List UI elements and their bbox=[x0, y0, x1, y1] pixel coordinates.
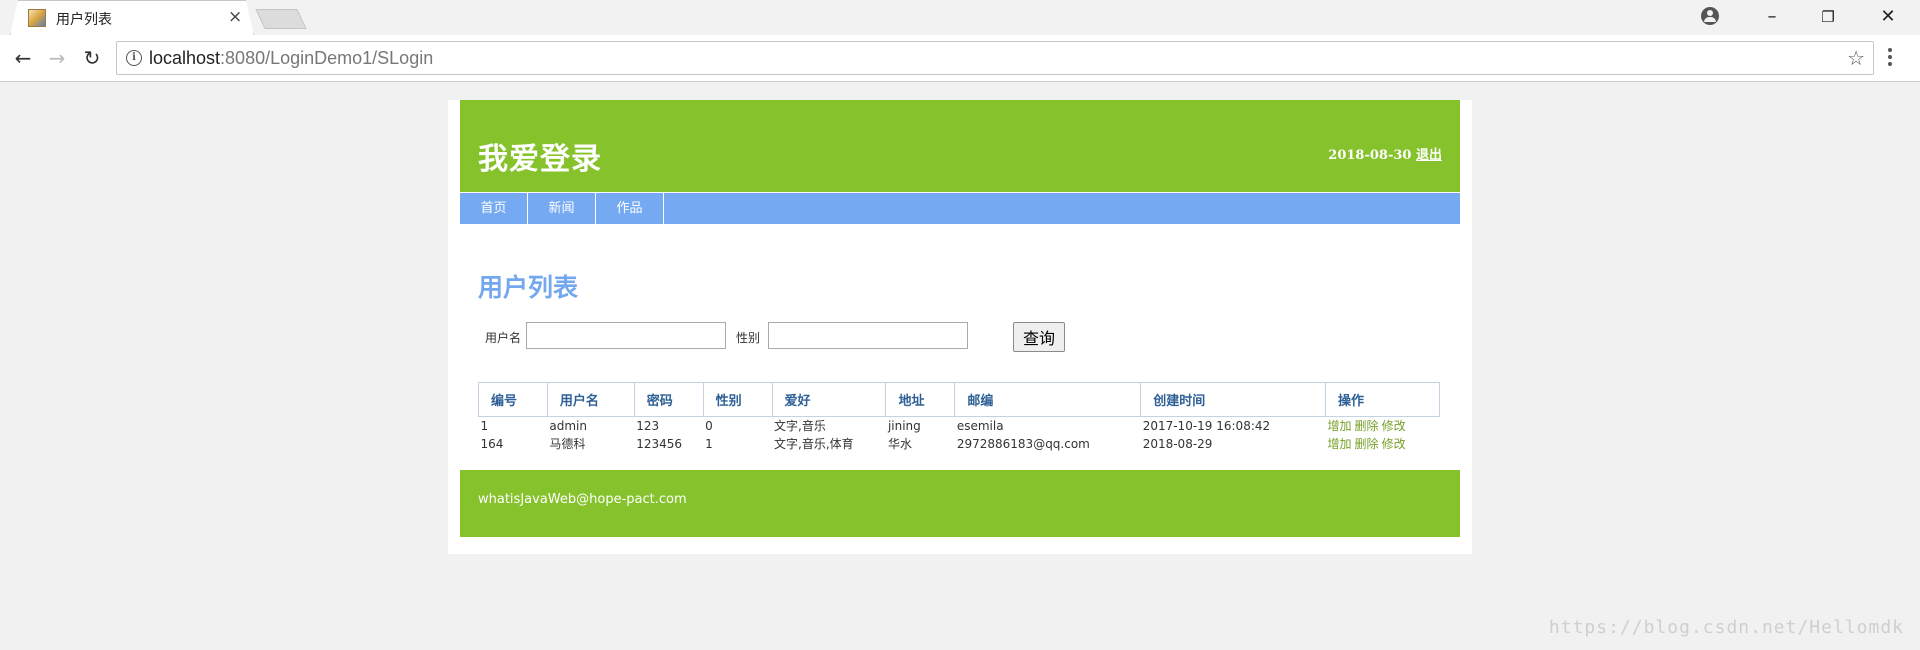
cell-id: 164 bbox=[480, 437, 504, 451]
header-gender: 性别 bbox=[702, 382, 773, 417]
browser-toolbar: ← → ↻ i localhost:8080/LoginDemo1/SLogin… bbox=[0, 35, 1920, 82]
add-link[interactable]: 增加 bbox=[1328, 437, 1352, 451]
header-password: 密码 bbox=[633, 382, 704, 417]
site-footer: whatisJavaWeb@hope-pact.com bbox=[460, 470, 1460, 537]
cell-address: jining bbox=[887, 419, 921, 433]
cell-username: admin bbox=[549, 419, 587, 433]
delete-link[interactable]: 删除 bbox=[1355, 419, 1379, 433]
cell-created: 2017-10-19 16:08:42 bbox=[1142, 419, 1271, 433]
menu-icon[interactable] bbox=[1888, 48, 1892, 68]
cell-gender: 1 bbox=[705, 437, 713, 451]
cell-password: 123 bbox=[636, 419, 660, 433]
add-link[interactable]: 增加 bbox=[1328, 419, 1352, 433]
browser-tabstrip: 用户列表 × – ❐ ✕ bbox=[0, 0, 1920, 36]
username-label: 用户名 bbox=[485, 331, 522, 345]
footer-email: whatisJavaWeb@hope-pact.com bbox=[478, 492, 687, 507]
table-row: 1 admin 123 0 文字,音乐 jining esemila 2017-… bbox=[479, 417, 1440, 436]
address-bar[interactable]: i localhost:8080/LoginDemo1/SLogin ☆ bbox=[116, 41, 1874, 75]
tab-title: 用户列表 bbox=[56, 12, 112, 28]
nav-item-home[interactable]: 首页 bbox=[460, 193, 528, 224]
window-close-icon[interactable]: ✕ bbox=[1860, 2, 1916, 32]
table-row: 164 马德科 123456 1 文字,音乐,体育 华水 2972886183@… bbox=[479, 435, 1440, 453]
logout-link[interactable]: 退出 bbox=[1416, 148, 1442, 163]
header-created: 创建时间 bbox=[1140, 382, 1327, 417]
header-hobby: 爱好 bbox=[771, 382, 887, 417]
minimize-icon[interactable]: – bbox=[1744, 2, 1800, 32]
restore-icon[interactable]: ❐ bbox=[1800, 2, 1856, 32]
star-icon[interactable]: ☆ bbox=[1847, 46, 1865, 70]
cell-id: 1 bbox=[480, 419, 489, 433]
new-tab-button[interactable] bbox=[255, 9, 307, 29]
page-title: 用户列表 bbox=[478, 273, 579, 302]
edit-link[interactable]: 修改 bbox=[1382, 437, 1406, 451]
profile-icon[interactable] bbox=[1701, 7, 1719, 25]
user-table: 编号 用户名 密码 性别 爱好 地址 邮编 创建时间 操作 1 admin 12… bbox=[478, 382, 1440, 453]
header-user-info: 2018-08-30 退出 bbox=[1328, 144, 1442, 163]
gender-input[interactable] bbox=[768, 322, 968, 349]
cell-hobby: 文字,音乐,体育 bbox=[774, 437, 854, 451]
cell-email: esemila bbox=[956, 419, 1004, 433]
nav-bar: 首页 新闻 作品 bbox=[460, 193, 1460, 224]
cell-created: 2018-08-29 bbox=[1142, 437, 1213, 451]
delete-link[interactable]: 删除 bbox=[1355, 437, 1379, 451]
edit-link[interactable]: 修改 bbox=[1382, 419, 1406, 433]
cell-gender: 0 bbox=[705, 419, 713, 433]
watermark-text: https://blog.csdn.net/Hellomdk bbox=[1548, 617, 1904, 638]
favicon-icon bbox=[28, 9, 46, 27]
reload-icon[interactable]: ↻ bbox=[79, 45, 105, 71]
info-icon[interactable]: i bbox=[126, 50, 142, 66]
cell-address: 华水 bbox=[887, 437, 912, 451]
cell-actions: 增加 删除 修改 bbox=[1326, 435, 1440, 453]
header-username: 用户名 bbox=[546, 382, 635, 417]
cell-password: 123456 bbox=[636, 437, 683, 451]
url-path: :8080/LoginDemo1/SLogin bbox=[220, 48, 434, 68]
cell-username: 马德科 bbox=[549, 437, 586, 451]
cell-actions: 增加 删除 修改 bbox=[1326, 417, 1440, 436]
header-id: 编号 bbox=[478, 382, 548, 417]
header-email: 邮编 bbox=[954, 382, 1142, 417]
forward-icon[interactable]: → bbox=[44, 45, 70, 71]
page-container: 我爱登录 2018-08-30 退出 首页 新闻 作品 用户列表 用户名 性别 … bbox=[448, 100, 1472, 554]
table-header-row: 编号 用户名 密码 性别 爱好 地址 邮编 创建时间 操作 bbox=[478, 382, 1440, 417]
back-icon[interactable]: ← bbox=[10, 45, 36, 71]
query-button[interactable]: 查询 bbox=[1013, 322, 1065, 352]
url-host: localhost bbox=[149, 48, 221, 68]
header-date: 2018-08-30 bbox=[1328, 148, 1412, 163]
cell-hobby: 文字,音乐 bbox=[774, 419, 826, 433]
cell-email: 2972886183@qq.com bbox=[956, 437, 1090, 451]
nav-item-news[interactable]: 新闻 bbox=[528, 193, 596, 224]
nav-item-works[interactable]: 作品 bbox=[596, 193, 664, 224]
site-header: 我爱登录 2018-08-30 退出 bbox=[460, 100, 1460, 192]
header-actions: 操作 bbox=[1325, 382, 1440, 417]
username-input[interactable] bbox=[526, 322, 726, 349]
close-icon[interactable]: × bbox=[228, 7, 242, 27]
gender-label: 性别 bbox=[736, 331, 761, 345]
site-title: 我爱登录 bbox=[478, 142, 602, 177]
url-text[interactable]: localhost:8080/LoginDemo1/SLogin bbox=[149, 48, 433, 69]
browser-tab[interactable] bbox=[10, 0, 254, 36]
header-address: 地址 bbox=[885, 382, 956, 417]
